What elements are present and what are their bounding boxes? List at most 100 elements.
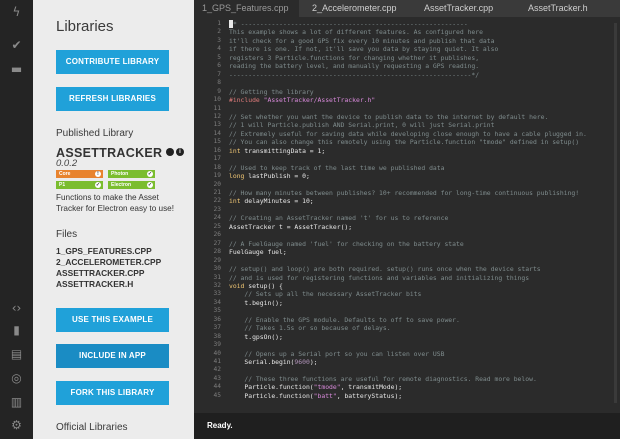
document-icon[interactable]: ▤ — [0, 347, 33, 361]
code-line: * --------------------------------------… — [229, 20, 468, 28]
line-number: 36 — [213, 315, 221, 323]
file-item[interactable]: 1_GPS_FEATURES.CPP — [56, 246, 152, 256]
line-number: 44 — [213, 383, 221, 391]
badge-p1: P1 ✓ — [56, 181, 103, 189]
line-number: 37 — [213, 324, 221, 332]
panel-title: Libraries — [56, 18, 114, 35]
warning-icon: ! — [95, 171, 101, 177]
code-line: Particle.function("batt", batteryStatus)… — [229, 391, 403, 400]
code-line: long lastPublish = 0; — [229, 172, 310, 181]
check-icon: ✓ — [95, 182, 101, 188]
line-number: 12 — [213, 112, 221, 120]
line-number: 40 — [213, 349, 221, 357]
code-line: // and is used for registering functions… — [229, 273, 530, 282]
target-icon[interactable]: ◎ — [0, 371, 33, 385]
code-line: // Enable the GPS module. Defaults to of… — [229, 315, 460, 324]
check-icon: ✓ — [147, 171, 153, 177]
file-item[interactable]: ASSETTRACKER.CPP — [56, 268, 144, 278]
code-editor[interactable]: 1 2 3 4 5 6 7 8 9 10 11 12 13 14 15 16 17 18 19 20 21 22 23 24 2… — [194, 17, 620, 413]
line-number: 11 — [213, 104, 221, 112]
line-number: 2 — [217, 28, 221, 36]
line-number: 23 — [213, 205, 221, 213]
line-number: 29 — [213, 256, 221, 264]
line-number: 43 — [213, 374, 221, 382]
line-number: 18 — [213, 163, 221, 171]
line-number: 17 — [213, 155, 221, 163]
line-number: 35 — [213, 307, 221, 315]
library-description: Functions to make the Asset Tracker for … — [56, 193, 175, 213]
line-number: 9 — [217, 87, 221, 95]
chart-icon[interactable]: ▥ — [0, 395, 33, 409]
library-version: 0.0.2 — [56, 158, 78, 169]
badge-photon: Photon ✓ — [108, 170, 155, 178]
code-line: // Set whether you want the device to pu… — [229, 112, 549, 121]
line-number: 27 — [213, 239, 221, 247]
code-line: t.gpsOn(); — [229, 332, 283, 341]
code-line: // You can also change this remotely usi… — [229, 138, 580, 147]
tab-assettracker-h[interactable]: AssetTracker.h — [520, 0, 620, 17]
info-icon[interactable]: i — [176, 148, 184, 156]
code-line: t.begin(); — [229, 298, 283, 307]
code-line: // How many minutes between publishes? 1… — [229, 189, 580, 197]
line-number: 4 — [217, 45, 221, 53]
line-number: 28 — [213, 248, 221, 256]
editor-scrollbar[interactable] — [614, 23, 617, 403]
code-line: // Extremely useful for saving data whil… — [229, 129, 587, 138]
line-number: 42 — [213, 366, 221, 374]
line-number: 26 — [213, 231, 221, 239]
tab-1-gps-features[interactable]: 1_GPS_Features.cpp — [194, 0, 299, 17]
line-number: 21 — [213, 189, 221, 196]
code-line: int delayMinutes = 10; — [229, 197, 314, 206]
refresh-libraries-button[interactable]: REFRESH LIBRARIES — [56, 87, 169, 111]
code-line: This example shows a lot of different fe… — [229, 28, 483, 37]
code-line: Serial.begin(9600); — [229, 358, 318, 366]
code-line: // Getting the library — [229, 87, 314, 96]
file-item[interactable]: 2_ACCELEROMETER.CPP — [56, 257, 161, 267]
tab-assettracker-cpp[interactable]: AssetTracker.cpp — [416, 0, 516, 17]
bookmark-icon[interactable]: ▮ — [0, 323, 33, 337]
code-line: // A FuelGauge named 'fuel' for checking… — [229, 239, 464, 248]
line-number: 39 — [213, 341, 221, 349]
use-this-example-button[interactable]: USE THIS EXAMPLE — [56, 308, 169, 332]
published-library-heading: Published Library — [56, 128, 134, 139]
code-line: void setup() { — [229, 281, 283, 290]
code-line: AssetTracker t = AssetTracker(); — [229, 222, 353, 231]
line-number: 5 — [217, 53, 221, 61]
file-item[interactable]: ASSETTRACKER.H — [56, 279, 133, 289]
code-icon[interactable]: ‹› — [0, 301, 33, 315]
code-line: if there is one. If not, it'll save you … — [229, 45, 499, 54]
libraries-panel: Libraries CONTRIBUTE LIBRARY REFRESH LIB… — [33, 0, 194, 439]
fork-this-library-button[interactable]: FORK THIS LIBRARY — [56, 381, 169, 405]
code-line: // Opens up a Serial port so you can lis… — [229, 349, 445, 358]
include-in-app-button[interactable]: INCLUDE IN APP — [56, 344, 169, 368]
line-number-gutter: 1 2 3 4 5 6 7 8 9 10 11 12 13 14 15 16 17 18 19 20 21 22 23 24 2… — [194, 17, 224, 413]
line-number: 45 — [213, 391, 221, 399]
line-number: 15 — [213, 138, 221, 146]
folder-icon[interactable]: ▬ — [0, 62, 33, 76]
line-number: 14 — [213, 129, 221, 137]
check-icon[interactable]: ✔ — [0, 38, 33, 52]
line-number: 34 — [213, 298, 221, 306]
line-number: 20 — [213, 180, 221, 188]
status-bar: Ready. — [194, 413, 620, 439]
gear-icon[interactable]: ⚙ — [0, 418, 33, 432]
line-number: 38 — [213, 332, 221, 340]
code-line: // These three functions are useful for … — [229, 374, 537, 383]
files-heading: Files — [56, 229, 78, 240]
line-number: 24 — [213, 214, 221, 222]
code-line: FuelGauge fuel; — [229, 248, 287, 257]
activity-rail: ϟ ✔ ▬ ‹› ▮ ▤ ◎ ▥ ⚙ — [0, 0, 33, 439]
line-number: 16 — [213, 146, 221, 154]
code-line: reading the battery level, and manually … — [229, 62, 480, 71]
line-number: 10 — [213, 96, 221, 104]
contribute-library-button[interactable]: CONTRIBUTE LIBRARY — [56, 50, 169, 74]
line-number: 25 — [213, 222, 221, 230]
line-number: 13 — [213, 121, 221, 129]
code-line: Particle.function("tmode", transmitMode)… — [229, 383, 403, 392]
line-number: 6 — [217, 62, 221, 70]
tab-2-accelerometer[interactable]: 2_Accelerometer.cpp — [304, 0, 412, 17]
badge-core: Core ! — [56, 170, 103, 178]
line-number: 8 — [217, 79, 221, 87]
flash-icon[interactable]: ϟ — [0, 5, 33, 19]
github-icon[interactable] — [166, 148, 174, 156]
